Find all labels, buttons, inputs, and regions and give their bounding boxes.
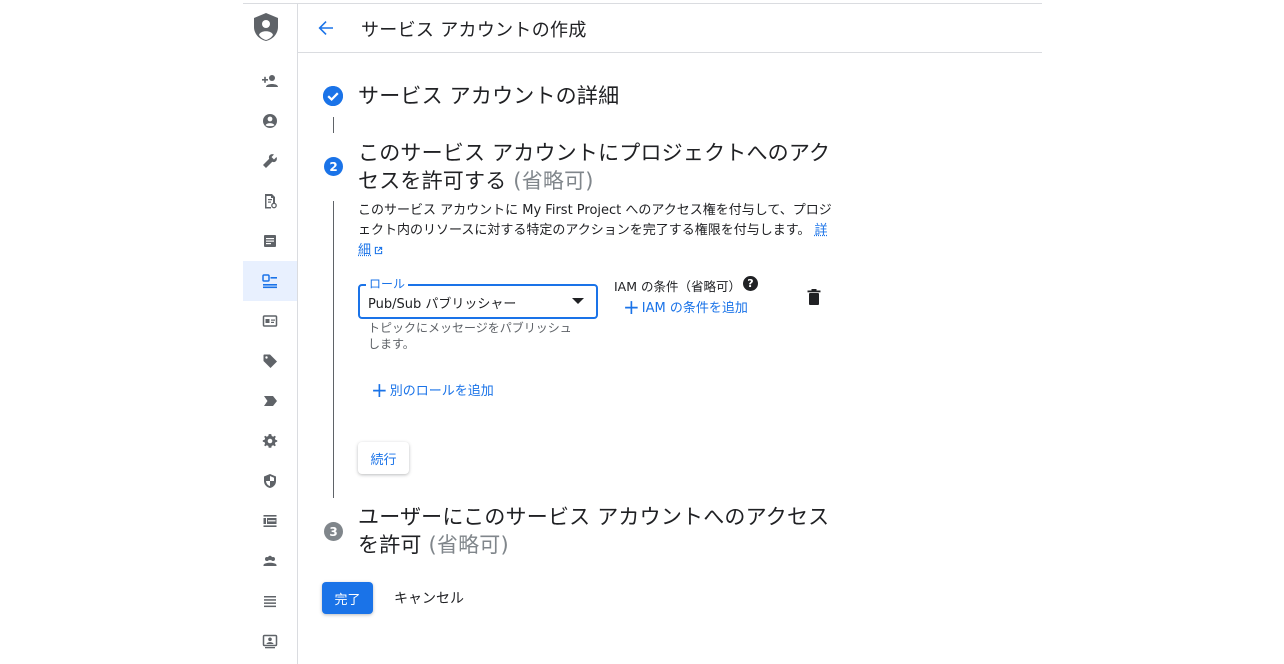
view-list-icon (263, 515, 277, 527)
page-title: サービス アカウントの作成 (361, 20, 587, 41)
sidebar-item-workload-identity[interactable] (243, 301, 297, 341)
settings-icon (262, 434, 278, 448)
sidebar-item-identity[interactable] (243, 101, 297, 141)
step2-description: このサービス アカウントに My First Project へのアクセス権を付… (358, 201, 836, 261)
id-card-icon (262, 315, 278, 327)
add-iam-condition-button[interactable]: + IAM の条件を追加 (623, 294, 748, 319)
step-connector-1 (333, 117, 334, 133)
label-icon (264, 396, 277, 406)
add-iam-condition-label: IAM の条件を追加 (641, 301, 748, 316)
sidebar-item-groups[interactable] (243, 541, 297, 581)
step1-check-icon (323, 86, 343, 106)
role-hint: トピックにメッセージをパブリッシュします。 (368, 321, 572, 351)
sidebar-item-contacts[interactable] (243, 621, 297, 661)
sidebar-item-audit[interactable] (243, 501, 297, 541)
person-add-icon (262, 75, 278, 87)
sidebar-item-service-accounts[interactable] (243, 261, 297, 301)
tag-icon (263, 354, 277, 368)
step3-optional: (省略可) (428, 533, 509, 557)
step2-title: このサービス アカウントにプロジェクトへのアクセスを許可する (省略可) (358, 139, 838, 195)
sidebar-item-security[interactable] (243, 461, 297, 501)
add-role-label: 別のロールを追加 (389, 384, 494, 399)
done-button[interactable]: 完了 (322, 582, 373, 614)
sidebar-item-iam[interactable] (243, 61, 297, 101)
add-icon: + (371, 377, 388, 402)
continue-button[interactable]: 続行 (358, 442, 409, 474)
step2-title-text: このサービス アカウントにプロジェクトへのアクセスを許可する (358, 141, 831, 193)
security-shield-icon (264, 474, 276, 488)
step2-optional: (省略可) (513, 169, 594, 193)
role-label: ロール (366, 277, 409, 291)
add-another-role-button[interactable]: + 別のロールを追加 (371, 377, 494, 402)
trash-icon (807, 289, 821, 305)
sidebar-item-list[interactable] (243, 581, 297, 621)
dropdown-arrow-icon (572, 298, 584, 304)
back-button[interactable] (314, 16, 338, 40)
page-header: サービス アカウントの作成 (298, 4, 1042, 53)
sidebar-item-tools[interactable] (243, 141, 297, 181)
delete-role-button[interactable] (806, 288, 822, 306)
help-icon[interactable]: ? (743, 276, 758, 291)
wrench-icon (263, 154, 277, 168)
role-value: Pub/Sub パブリッシャー (368, 297, 517, 312)
step2-number: 2 (324, 157, 343, 176)
sidebar-item-labels[interactable] (243, 381, 297, 421)
step3-number: 3 (324, 522, 343, 541)
arrow-back-icon (318, 21, 333, 35)
sidebar-item-article[interactable] (243, 221, 297, 261)
step3-title[interactable]: ユーザーにこのサービス アカウントへのアクセスを許可 (省略可) (358, 503, 838, 559)
iam-admin-logo-icon (253, 12, 279, 42)
group-icon (263, 555, 277, 566)
sidebar-item-settings[interactable] (243, 421, 297, 461)
open-in-new-icon (374, 246, 383, 255)
list-icon (264, 596, 276, 608)
sidebar (243, 4, 298, 664)
service-account-icon (262, 274, 277, 289)
article-icon (264, 235, 276, 247)
policy-document-icon (265, 194, 277, 209)
step-connector-2 (333, 201, 334, 498)
role-select[interactable]: ロール Pub/Sub パブリッシャー (358, 277, 598, 319)
account-circle-icon (263, 114, 277, 128)
cancel-button[interactable]: キャンセル (388, 582, 470, 614)
step2-description-text: このサービス アカウントに My First Project へのアクセス権を付… (358, 203, 832, 238)
add-icon: + (623, 294, 640, 319)
step1-title[interactable]: サービス アカウントの詳細 (358, 82, 619, 110)
iam-condition-label: IAM の条件（省略可） (614, 279, 741, 294)
sidebar-item-policy[interactable] (243, 181, 297, 221)
sidebar-item-tags[interactable] (243, 341, 297, 381)
contact-card-icon (262, 634, 278, 649)
